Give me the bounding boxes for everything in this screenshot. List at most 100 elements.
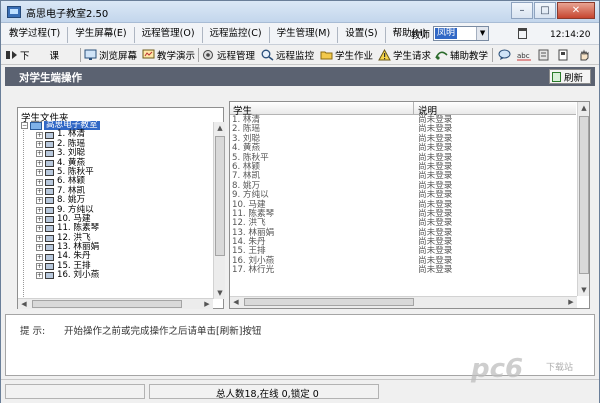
expand-icon[interactable]: + [36,272,43,280]
expand-icon[interactable]: + [36,206,43,214]
app-window: 高思电子教室2.50 – □ ✕ 教学过程(T) 学生屏幕(E) 远程管理(O)… [0,0,600,403]
list-item[interactable]: 5. 陈秋平 尚未登录 [232,153,576,163]
tree-item[interactable]: +4. 黄燕 [20,158,211,168]
tree-item[interactable]: +2. 陈瑶 [20,139,211,149]
scroll-thumb[interactable] [579,116,589,274]
expand-icon[interactable]: + [36,178,43,186]
tree-item[interactable]: +16. 刘小燕 [20,270,211,280]
list-item[interactable]: 1. 林清 尚未登录 [232,115,576,125]
scroll-thumb[interactable] [32,300,182,308]
list-item[interactable]: 4. 黄燕 尚未登录 [232,143,576,153]
list-item[interactable]: 17. 林行光 尚未登录 [232,265,576,275]
folder-vertical-scrollbar[interactable]: ▲ ▼ [213,122,225,299]
list-item[interactable]: 9. 方纯以 尚未登录 [232,190,576,200]
menu-remote-management[interactable]: 远程管理(O) [138,27,199,43]
scroll-left-icon[interactable]: ◀ [18,299,30,310]
chevron-down-icon[interactable]: ▼ [476,27,489,40]
list-item[interactable]: 10. 马建 尚未登录 [232,200,576,210]
tree-item[interactable]: +3. 刘聪 [20,148,211,158]
tree-item[interactable]: +12. 洪飞 [20,233,211,243]
list-item[interactable]: 8. 姚万 尚未登录 [232,181,576,191]
scroll-right-icon[interactable]: ▶ [565,297,577,308]
expand-icon[interactable]: + [36,234,43,242]
expand-icon[interactable]: + [36,253,43,261]
student-tree: − 高思电子教室 +1. 林清 +2. 陈瑶 +3. 刘聪 +4. 黄燕 +5. 陈秋平… [20,120,211,281]
expand-icon[interactable]: + [36,150,43,158]
tree-item[interactable]: +9. 方纯以 [20,205,211,215]
student-homework-button[interactable]: 学生作业 [320,47,373,63]
menu-settings[interactable]: 设置(S) [341,27,381,43]
list-item[interactable]: 13. 林丽娟 尚未登录 [232,228,576,238]
tree-item[interactable]: +7. 林凯 [20,186,211,196]
tree-item[interactable]: +11. 陈素琴 [20,223,211,233]
list-item[interactable]: 6. 林颖 尚未登录 [232,162,576,172]
expand-icon[interactable]: + [36,187,43,195]
list-item[interactable]: 12. 洪飞 尚未登录 [232,218,576,228]
expand-icon[interactable]: + [36,169,43,177]
browse-screen-button[interactable]: 浏览屏幕 [84,47,137,63]
scroll-down-icon[interactable]: ▼ [578,284,590,296]
tree-item[interactable]: +10. 马建 [20,214,211,224]
list-item[interactable]: 14. 朱丹 尚未登录 [232,237,576,247]
expand-icon[interactable]: + [36,244,43,252]
computer-icon [45,131,54,139]
assist-teaching-button[interactable]: 辅助教学 [435,47,488,63]
file-button[interactable] [557,47,572,63]
close-button[interactable]: ✕ [557,2,595,19]
list-item[interactable]: 2. 陈瑶 尚未登录 [232,124,576,134]
collapse-icon[interactable]: − [21,122,28,130]
text-button[interactable]: abc [517,47,532,63]
maximize-button[interactable]: □ [534,2,556,19]
teacher-label: 教师 [411,29,431,41]
tree-item[interactable]: +5. 陈秋平 [20,167,211,177]
menu-student-screen[interactable]: 学生屏幕(E) [71,27,130,43]
chat-button[interactable] [498,47,513,63]
hand-button[interactable] [578,47,593,63]
list-item[interactable]: 7. 林凯 尚未登录 [232,171,576,181]
refresh-button[interactable]: 刷新 [549,69,591,84]
scroll-right-icon[interactable]: ▶ [201,299,213,310]
list-item[interactable]: 16. 刘小燕 尚未登录 [232,256,576,266]
tree-item[interactable]: +1. 林清 [20,129,211,139]
tree-item[interactable]: +8. 姚万 [20,195,211,205]
expand-icon[interactable]: + [36,197,43,205]
teaching-demo-button[interactable]: 教学演示 [142,47,195,63]
list-horizontal-scrollbar[interactable]: ◀ ▶ [230,296,577,308]
list-item[interactable]: 15. 王排 尚未登录 [232,247,576,257]
list-item[interactable]: 11. 陈素琴 尚未登录 [232,209,576,219]
folder-horizontal-scrollbar[interactable]: ◀ ▶ [18,298,213,309]
scroll-left-icon[interactable]: ◀ [230,297,242,308]
tree-item[interactable]: +14. 朱丹 [20,252,211,261]
menu-bar: 教学过程(T) 学生屏幕(E) 远程管理(O) 远程监控(C) 学生管理(M) … [1,23,599,45]
scroll-thumb[interactable] [215,136,225,256]
remote-monitor-button[interactable]: 远程监控 [261,47,314,63]
remote-management-button[interactable]: 远程管理 [202,47,255,63]
expand-icon[interactable]: + [36,263,43,271]
tree-children: +1. 林清 +2. 陈瑶 +3. 刘聪 +4. 黄燕 +5. 陈秋平 +6. 林颖 +7.… [20,129,211,280]
student-request-button[interactable]: 学生请求 [378,47,431,63]
trash-icon[interactable] [518,28,527,39]
menu-teaching-process[interactable]: 教学过程(T) [5,27,64,43]
expand-icon[interactable]: + [36,131,43,139]
class-end-button[interactable]: 下 课 [5,47,59,63]
expand-icon[interactable]: + [36,225,43,233]
teacher-combobox[interactable]: 凤明 ▼ [433,26,490,41]
menu-remote-monitor[interactable]: 远程监控(C) [206,27,266,43]
scroll-up-icon[interactable]: ▲ [214,122,226,134]
menu-student-management[interactable]: 学生管理(M) [273,27,335,43]
minimize-button[interactable]: – [511,2,533,19]
list-item[interactable]: 3. 刘聪 尚未登录 [232,134,576,144]
expand-icon[interactable]: + [36,159,43,167]
tree-item[interactable]: +15. 王排 [20,261,211,271]
tools-button[interactable] [537,47,552,63]
scroll-up-icon[interactable]: ▲ [578,102,590,114]
tree-item[interactable]: +6. 林颖 [20,176,211,186]
list-vertical-scrollbar[interactable]: ▲ ▼ [577,102,589,296]
computer-icon [45,187,54,195]
expand-icon[interactable]: + [36,216,43,224]
tree-root[interactable]: − 高思电子教室 [20,120,211,131]
tree-item[interactable]: +13. 林丽娟 [20,242,211,252]
scroll-thumb[interactable] [244,298,414,306]
expand-icon[interactable]: + [36,140,43,148]
scroll-down-icon[interactable]: ▼ [214,287,226,299]
